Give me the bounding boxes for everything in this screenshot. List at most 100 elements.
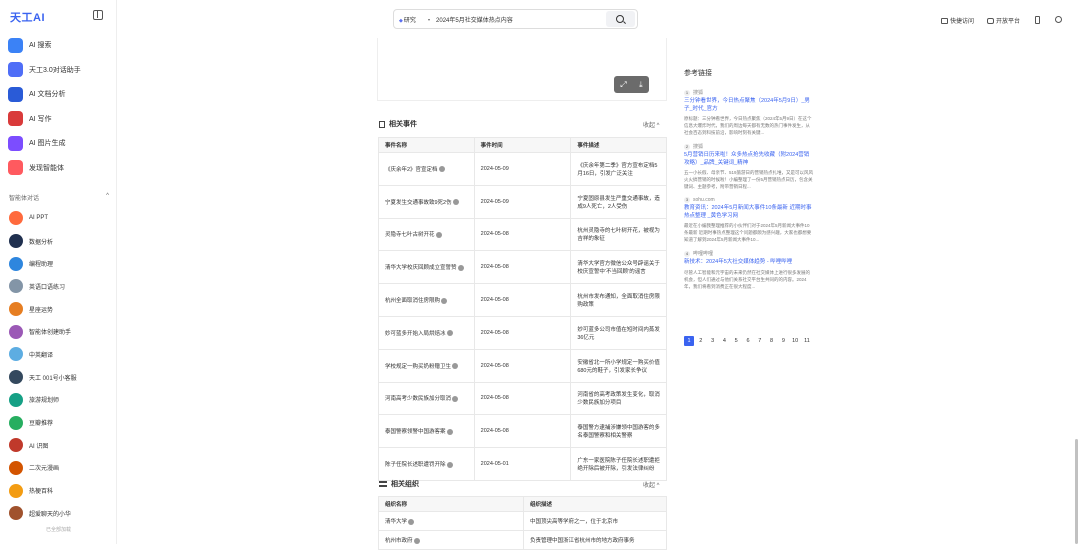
info-icon[interactable]: [452, 199, 459, 206]
mobile-button[interactable]: [1035, 16, 1042, 24]
info-icon[interactable]: [413, 537, 420, 544]
agent-item[interactable]: 中英翻译: [9, 343, 113, 366]
agent-item[interactable]: 超爱聊天的小华: [9, 502, 113, 525]
table-cell[interactable]: 河南高考少数民族加分取消: [378, 381, 475, 416]
table-cell[interactable]: 学校规定一购买奶粉赠卫生: [378, 348, 475, 383]
table-cell[interactable]: 妙可蓝多开始入局烘焙冰: [378, 315, 475, 350]
agent-item[interactable]: 热梗百科: [9, 479, 113, 502]
page-button[interactable]: 8: [767, 336, 777, 346]
table-header-row: 事件名称 事件时间 事件描述: [378, 137, 667, 153]
table-header-row: 组织名称 组织描述: [378, 496, 667, 512]
nav-item[interactable]: AI 图片生成: [8, 131, 112, 156]
agent-item-label: 英语口语练习: [29, 284, 66, 291]
page-button[interactable]: 7: [755, 336, 765, 346]
info-icon[interactable]: [435, 232, 442, 239]
table-cell: 2024-05-08: [473, 283, 572, 317]
table-cell[interactable]: 杭州市政府: [378, 530, 524, 550]
page-button[interactable]: 10: [790, 336, 800, 346]
sidebar-toggle-icon[interactable]: [93, 10, 103, 20]
nav-item[interactable]: AI 搜索: [8, 33, 112, 58]
agent-avatar: [9, 392, 23, 407]
info-icon[interactable]: [446, 428, 453, 435]
scrollbar[interactable]: [1075, 439, 1078, 544]
page-button[interactable]: 6: [743, 336, 753, 346]
references-panel: 参考链接 1 搜狐 三分钟看世界，今日热点聚焦（2024年5月9日）_男子_时代_官…: [684, 68, 814, 297]
cell-text: 2024-05-08: [480, 264, 509, 271]
table-cell: 妙可蓝多公司市值在短时间内蒸发36亿元: [570, 315, 667, 350]
search-mode-select[interactable]: 研究: [394, 15, 428, 24]
page-button[interactable]: 3: [708, 336, 718, 346]
reference-link[interactable]: 三分钟看世界，今日热点聚焦（2024年5月9日）_男子_时代_官方: [684, 98, 814, 113]
chevron-up-icon[interactable]: ^: [106, 193, 109, 202]
agent-item[interactable]: 智能体创建助手: [9, 320, 113, 343]
reference-snippet: 尽管人工智能和元宇宙的未来仍然在社交媒体上进行很多发展的机会，但人们通过与他们关…: [684, 269, 810, 289]
agent-avatar: [9, 347, 23, 362]
table-cell[interactable]: 杭州全面取消住房限购: [378, 283, 475, 317]
page-button[interactable]: 5: [731, 336, 741, 346]
history-button[interactable]: [1055, 16, 1064, 23]
agent-item[interactable]: 编程助理: [9, 252, 113, 275]
download-icon[interactable]: ⤓: [639, 80, 643, 90]
table-cell[interactable]: 清华大学校庆回顾成立宣誓赞: [378, 250, 475, 285]
info-icon[interactable]: [408, 518, 415, 525]
agents-section-header[interactable]: 智能体对话 ^: [9, 193, 109, 202]
agent-item[interactable]: 英语口语练习: [9, 275, 113, 298]
page-button[interactable]: 2: [696, 336, 706, 346]
agent-item[interactable]: 旅游规划师: [9, 389, 113, 412]
page-button[interactable]: 1: [684, 336, 694, 346]
agent-item[interactable]: 天工 001号小客服: [9, 366, 113, 389]
info-icon[interactable]: [457, 264, 464, 271]
page-button[interactable]: 9: [778, 336, 788, 346]
search-input[interactable]: 2024年5月社交媒体热点内容: [432, 15, 606, 24]
quick-access-button[interactable]: 快捷访问: [941, 16, 974, 25]
agent-item[interactable]: 二次元漫画: [9, 457, 113, 480]
nav-item[interactable]: 发现智能体: [8, 156, 112, 181]
info-icon[interactable]: [446, 461, 453, 468]
cell-text: 2024-05-09: [480, 165, 509, 172]
table-cell[interactable]: 灵隐寺七叶古树开花: [378, 217, 475, 252]
caret-down-icon[interactable]: ▾: [428, 17, 430, 22]
page-button[interactable]: 4: [719, 336, 729, 346]
orgs-collapse-button[interactable]: 收起 ^: [643, 480, 659, 489]
agent-item[interactable]: AI 识图: [9, 434, 113, 457]
open-platform-button[interactable]: 开放平台: [987, 16, 1020, 25]
table-row: 宁夏发生交通事故致9死2伤 2024-05-09 宁夏固原县发生严重交通事故，造成9…: [378, 184, 667, 219]
cell-text: 中国顶尖高等学府之一，位于北京市: [530, 519, 619, 525]
agent-item[interactable]: AI PPT: [9, 207, 113, 230]
reference-link[interactable]: 教育资讯：2024年5月新闻大事件10条最新 近期时事热点整理 _黄色学习网: [684, 205, 814, 220]
agent-item[interactable]: 数据分析: [9, 230, 113, 253]
cell-text: 河南省的高考政策发生变化，取消少数民族加分项目: [577, 392, 660, 407]
info-icon[interactable]: [452, 396, 459, 403]
table-cell[interactable]: 《庆余年2》官宣定档: [378, 152, 475, 186]
info-icon[interactable]: [446, 330, 453, 337]
nav-icon: [8, 111, 23, 127]
info-icon[interactable]: [452, 363, 459, 370]
agent-item[interactable]: 豆瓣推荐: [9, 411, 113, 434]
table-cell[interactable]: 泰国警察领警中国游客案: [378, 414, 475, 449]
reference-link[interactable]: 5月营销日历来啦！众多热点抢先收藏（附2024营销攻略）_品牌_关键词_精神: [684, 152, 814, 167]
cell-text: 2024-05-08: [480, 231, 509, 238]
search-button[interactable]: [606, 11, 635, 27]
nav-item[interactable]: 天工3.0对话助手: [8, 58, 112, 83]
map-toolbar: ⤢ ⤓: [614, 76, 649, 93]
nav-item-label: AI 图片生成: [29, 140, 66, 148]
agent-item[interactable]: 星座运势: [9, 298, 113, 321]
nav-item[interactable]: AI 文档分析: [8, 82, 112, 107]
info-icon[interactable]: [438, 166, 445, 173]
pagination: 1 2 3 4 5 6 7 8 9 10 11: [684, 336, 814, 346]
reference-snippet: 最近在小编我整理推荐的小伙伴们对于2024年5月新闻大事件10条最新 近期时事热…: [684, 223, 812, 242]
table-cell[interactable]: 陈子任院长述职遭罚开除: [378, 447, 475, 481]
app-logo[interactable]: 天工AI: [10, 9, 45, 25]
page-button[interactable]: 11: [802, 336, 812, 346]
nav-item[interactable]: AI 写作: [8, 107, 112, 132]
reference-link[interactable]: 新技术：2024年5大社交媒体趋势 - 哔哩哔哩: [684, 259, 814, 267]
cell-text: 妙可蓝多公司市值在短时间内蒸发36亿元: [577, 326, 660, 341]
events-collapse-button[interactable]: 收起 ^: [643, 120, 659, 129]
agent-item-label: AI 识图: [29, 443, 49, 450]
table-cell[interactable]: 清华大学: [378, 511, 524, 531]
table-cell[interactable]: 宁夏发生交通事故致9死2伤: [378, 184, 475, 219]
nav-icon: [8, 86, 23, 102]
expand-icon[interactable]: ⤢: [620, 80, 626, 90]
agents-section-label: 智能体对话: [9, 196, 40, 202]
info-icon[interactable]: [441, 297, 448, 304]
